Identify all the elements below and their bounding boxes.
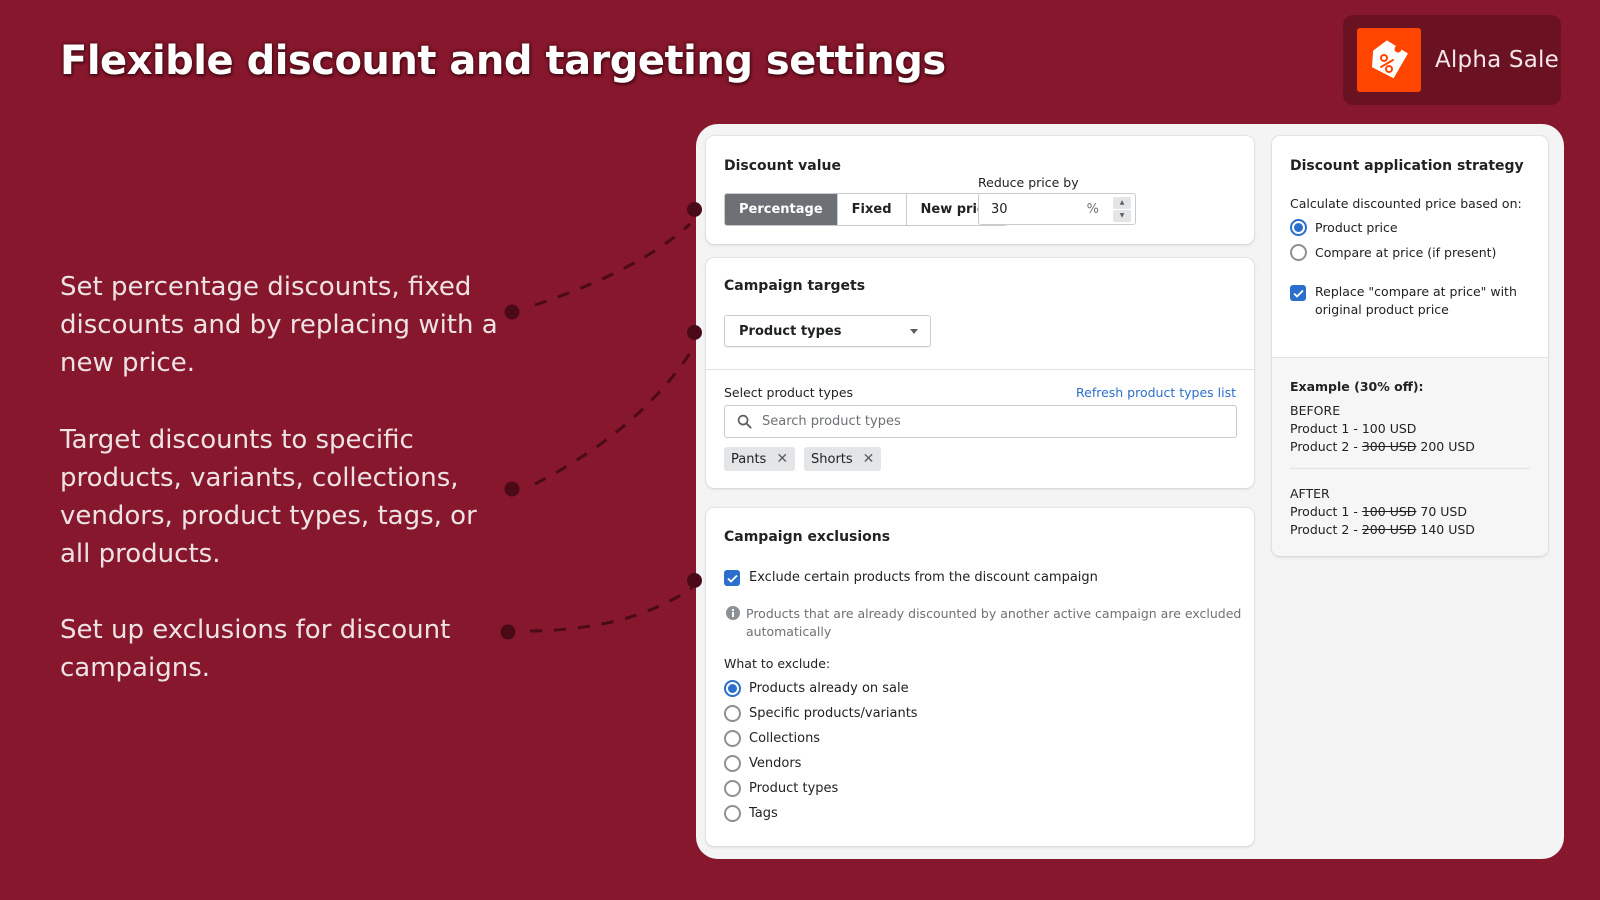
chevron-down-icon — [910, 329, 918, 334]
section-divider — [706, 369, 1254, 370]
remove-tag-icon[interactable]: ✕ — [863, 451, 875, 467]
product-label: Product 2 - — [1290, 439, 1362, 454]
exclude-products-checkbox[interactable] — [724, 570, 740, 586]
reduce-price-label: Reduce price by — [978, 175, 1079, 190]
connector-line-3 — [529, 586, 693, 633]
page-title: Flexible discount and targeting settings — [60, 38, 946, 84]
product-price: 100 USD — [1361, 421, 1417, 436]
marker-dot-discount — [687, 202, 702, 217]
old-price: 200 USD — [1361, 522, 1417, 537]
marker-dot-targets — [687, 325, 702, 340]
info-text-line2: automatically — [746, 624, 832, 639]
connector-line-2 — [534, 349, 694, 486]
after-product-2: Product 2 - 200 USD 140 USD — [1290, 522, 1475, 537]
search-placeholder: Search product types — [762, 414, 901, 429]
feature-text-discounts: Set percentage discounts, fixed discount… — [60, 272, 498, 378]
percent-suffix: % — [1086, 201, 1099, 217]
exclude-option-products-on-sale-radio[interactable] — [724, 680, 741, 697]
target-type-value: Product types — [739, 323, 842, 339]
what-to-exclude-label: What to exclude: — [724, 656, 831, 671]
price-tag-icon — [1357, 28, 1421, 92]
strategy-title: Discount application strategy — [1290, 158, 1524, 174]
campaign-exclusions-title: Campaign exclusions — [724, 529, 891, 545]
exclude-option-label: Products already on sale — [749, 681, 909, 696]
before-product-1: Product 1 - 100 USD — [1290, 421, 1416, 436]
after-product-1: Product 1 - 100 USD 70 USD — [1290, 504, 1467, 519]
brand-name: Alpha Sale — [1435, 47, 1559, 73]
number-stepper[interactable]: ▲ ▼ — [1113, 197, 1131, 222]
tag-label: Shorts — [811, 451, 853, 467]
feature-text-targeting: Target discounts to specific products, v… — [60, 425, 477, 569]
refresh-product-types-link[interactable]: Refresh product types list — [1076, 385, 1236, 400]
exclude-option-label: Vendors — [749, 756, 802, 771]
example-section: Example (30% off): BEFORE Product 1 - 10… — [1272, 357, 1548, 556]
product-label: Product 1 - — [1290, 421, 1362, 436]
campaign-targets-title: Campaign targets — [724, 278, 866, 294]
strategy-option-label: Product price — [1315, 220, 1398, 235]
remove-tag-icon[interactable]: ✕ — [776, 451, 788, 467]
before-product-2: Product 2 - 300 USD 200 USD — [1290, 439, 1475, 454]
product-price: 140 USD — [1420, 522, 1475, 537]
marker-dot-exclusions — [687, 573, 702, 588]
discount-strategy-card: Discount application strategy Calculate … — [1272, 136, 1548, 556]
tag-shorts: Shorts ✕ — [804, 447, 882, 471]
info-icon — [726, 606, 740, 620]
reduce-price-value: 30 — [991, 201, 1008, 217]
info-text-line1: Products that are already discounted by … — [746, 606, 1242, 621]
product-label: Product 2 - — [1290, 522, 1362, 537]
exclude-option-specific-products-radio[interactable] — [724, 705, 741, 722]
replace-compare-price-checkbox[interactable] — [1290, 285, 1306, 301]
tag-pants: Pants ✕ — [724, 447, 796, 471]
exclude-option-label: Specific products/variants — [749, 706, 918, 721]
calc-based-on-label: Calculate discounted price based on: — [1290, 196, 1522, 211]
product-price: 70 USD — [1420, 504, 1467, 519]
select-product-types-label: Select product types — [724, 385, 854, 400]
decrement-icon[interactable]: ▼ — [1113, 210, 1131, 222]
tag-label: Pants — [731, 451, 767, 467]
checkmark-icon — [726, 574, 738, 583]
target-type-select[interactable]: Product types — [724, 315, 931, 347]
settings-panel: Discount value Percentage Fixed New pric… — [687, 124, 1564, 859]
discount-value-card: Discount value Percentage Fixed New pric… — [706, 136, 1254, 244]
strategy-product-price-radio[interactable] — [1290, 219, 1307, 236]
exclude-option-vendors-radio[interactable] — [724, 755, 741, 772]
exclude-option-product-types-radio[interactable] — [724, 780, 741, 797]
product-label: Product 1 - — [1290, 504, 1362, 519]
search-icon — [737, 414, 752, 429]
connector-line-1 — [534, 222, 692, 307]
before-label: BEFORE — [1290, 403, 1341, 418]
reduce-price-input[interactable]: 30 % ▲ ▼ — [978, 193, 1136, 225]
checkmark-icon — [1292, 289, 1304, 298]
old-price: 100 USD — [1361, 504, 1417, 519]
exclude-option-label: Collections — [749, 731, 821, 746]
strategy-option-label: Compare at price (if present) — [1315, 245, 1497, 260]
discount-type-percentage[interactable]: Percentage — [725, 194, 838, 225]
campaign-targets-card: Campaign targets Product types Select pr… — [706, 258, 1254, 488]
exclude-option-collections-radio[interactable] — [724, 730, 741, 747]
example-divider — [1290, 468, 1530, 469]
increment-icon[interactable]: ▲ — [1113, 197, 1131, 209]
strategy-compare-price-radio[interactable] — [1290, 244, 1307, 261]
replace-compare-price-label-line2: original product price — [1315, 302, 1449, 317]
old-price: 300 USD — [1361, 439, 1417, 454]
exclude-option-label: Tags — [749, 806, 778, 821]
replace-compare-price-label-line1: Replace "compare at price" with — [1315, 284, 1517, 299]
after-label: AFTER — [1290, 486, 1330, 501]
campaign-exclusions-card: Campaign exclusions Exclude certain prod… — [706, 508, 1254, 846]
product-price: 200 USD — [1420, 439, 1475, 454]
exclude-products-label: Exclude certain products from the discou… — [749, 570, 1098, 585]
discount-value-title: Discount value — [724, 158, 842, 174]
connector-dot-3 — [500, 624, 516, 640]
exclude-option-label: Product types — [749, 781, 839, 796]
exclude-option-tags-radio[interactable] — [724, 805, 741, 822]
feature-text-exclusions: Set up exclusions for discount campaigns… — [60, 615, 451, 683]
example-title: Example (30% off): — [1290, 379, 1424, 394]
brand-badge: Alpha Sale — [1343, 15, 1561, 105]
discount-type-segmented: Percentage Fixed New price — [724, 193, 1009, 226]
discount-type-fixed[interactable]: Fixed — [837, 194, 907, 225]
product-types-search-input[interactable]: Search product types — [724, 405, 1237, 438]
